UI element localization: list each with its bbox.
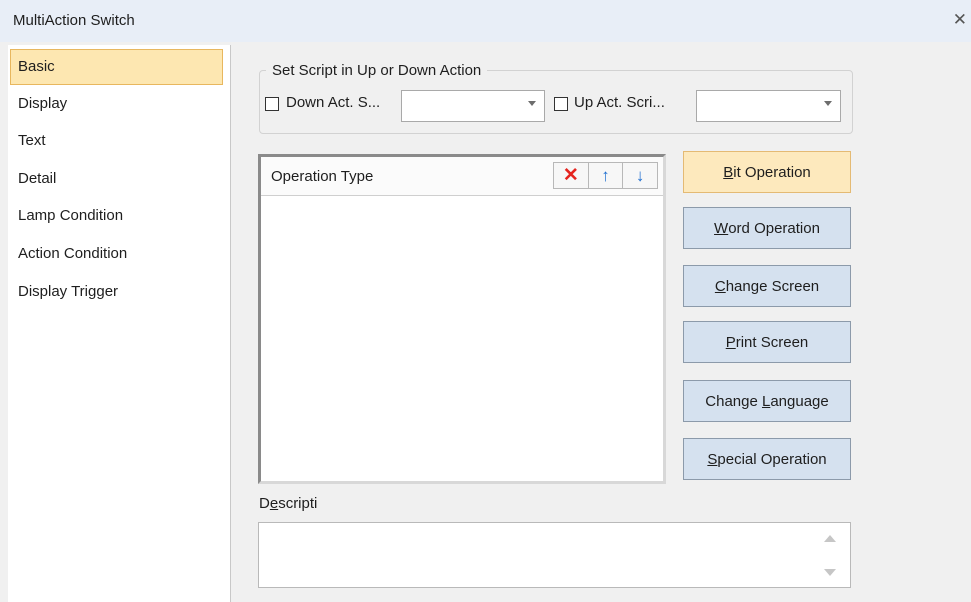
bit-operation-button[interactable]: Bit Operation	[683, 151, 851, 193]
up-action-checkbox[interactable]	[554, 97, 568, 111]
operation-list-toolbar: ✕ ↑ ↓	[553, 162, 658, 189]
down-action-label: Down Act. S...	[286, 94, 381, 111]
change-screen-button[interactable]: Change Screen	[683, 265, 851, 307]
special-operation-mnemonic: S	[707, 450, 718, 468]
print-screen-mnemonic: P	[725, 333, 736, 351]
down-action-script-combo[interactable]	[401, 90, 545, 122]
up-action-label: Up Act. Scri...	[574, 94, 665, 111]
move-up-button[interactable]: ↑	[589, 163, 624, 188]
special-operation-label: pecial Operation	[717, 450, 827, 468]
sidebar-item-detail[interactable]: Detail	[10, 161, 223, 197]
word-operation-mnemonic: W	[714, 219, 729, 237]
print-screen-label: rint Screen	[735, 333, 809, 351]
word-operation-button[interactable]: Word Operation	[683, 207, 851, 249]
sidebar-item-action-condition[interactable]: Action Condition	[10, 236, 223, 272]
chevron-down-icon	[528, 101, 536, 106]
arrow-down-icon: ↓	[635, 165, 645, 185]
print-screen-button[interactable]: Print Screen	[683, 321, 851, 363]
scroll-down-icon[interactable]	[824, 569, 836, 576]
arrow-up-icon: ↑	[601, 165, 610, 185]
sidebar-item-display-trigger[interactable]: Display Trigger	[10, 274, 223, 310]
sidebar-item-display[interactable]: Display	[10, 86, 223, 122]
change-language-button[interactable]: Change Language	[683, 380, 851, 422]
sidebar-item-lamp-condition[interactable]: Lamp Condition	[10, 198, 223, 234]
change-screen-label: hange Screen	[725, 277, 820, 295]
sidebar-item-basic[interactable]: Basic	[10, 49, 223, 85]
delete-operation-button[interactable]: ✕	[554, 163, 589, 188]
operation-list-header: Operation Type ✕ ↑ ↓	[261, 157, 663, 196]
change-language-prefix: Change	[705, 392, 762, 410]
description-label-rest: scripti	[278, 495, 318, 512]
change-language-label: anguage	[770, 392, 829, 410]
scroll-up-icon[interactable]	[824, 535, 836, 542]
description-label-pre: D	[259, 495, 270, 512]
chevron-down-icon	[824, 101, 832, 106]
sidebar-item-text[interactable]: Text	[10, 123, 223, 159]
special-operation-button[interactable]: Special Operation	[683, 438, 851, 480]
description-label: Descripti	[259, 495, 317, 512]
change-screen-mnemonic: C	[714, 277, 726, 295]
down-action-checkbox[interactable]	[265, 97, 279, 111]
up-action-script-combo[interactable]	[696, 90, 841, 122]
operation-list[interactable]: Operation Type ✕ ↑ ↓	[258, 154, 666, 484]
word-operation-label: ord Operation	[728, 219, 820, 237]
description-label-mnemonic: e	[269, 495, 279, 512]
bit-operation-mnemonic: B	[723, 163, 734, 181]
title-bar: MultiAction Switch ✕	[0, 0, 971, 42]
script-group-legend: Set Script in Up or Down Action	[266, 62, 488, 79]
window-title: MultiAction Switch	[13, 12, 135, 29]
change-language-mnemonic: L	[761, 392, 771, 410]
bit-operation-label: it Operation	[733, 163, 811, 181]
description-textarea[interactable]	[258, 522, 851, 588]
move-down-button[interactable]: ↓	[623, 163, 657, 188]
close-icon[interactable]: ✕	[953, 10, 967, 30]
operation-type-column-header: Operation Type	[271, 168, 374, 185]
sidebar: Basic Display Text Detail Lamp Condition…	[8, 45, 231, 602]
delete-icon: ✕	[562, 165, 579, 186]
